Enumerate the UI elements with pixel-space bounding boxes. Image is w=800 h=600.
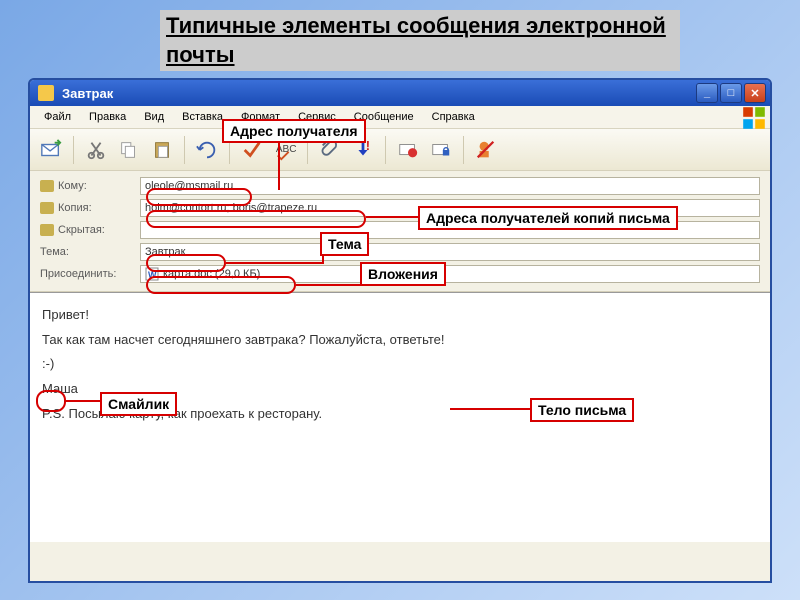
cut-button[interactable] — [81, 135, 111, 165]
cc-label: Копия: — [40, 202, 140, 214]
connector — [450, 408, 530, 410]
menu-help[interactable]: Справка — [424, 109, 483, 125]
sign-button[interactable] — [393, 135, 423, 165]
bcc-label: Скрытая: — [40, 224, 140, 236]
addressbook-icon — [40, 224, 54, 236]
window-title: Завтрак — [58, 86, 696, 101]
message-body[interactable]: Привет! Так как там насчет сегодняшнего … — [30, 292, 770, 542]
menu-file[interactable]: Файл — [36, 109, 79, 125]
subject-label: Тема: — [40, 246, 140, 258]
body-line: Привет! — [42, 303, 758, 328]
addressbook-icon — [40, 202, 54, 214]
offline-button[interactable] — [471, 135, 501, 165]
connector — [296, 284, 362, 286]
body-smiley: :-) — [42, 352, 758, 377]
app-icon — [38, 85, 54, 101]
connector — [278, 140, 280, 190]
close-button[interactable]: ✕ — [744, 83, 766, 103]
callout-smiley: Смайлик — [100, 392, 177, 416]
callout-attachments: Вложения — [360, 262, 446, 286]
encrypt-button[interactable] — [426, 135, 456, 165]
menu-edit[interactable]: Правка — [81, 109, 134, 125]
oval-smiley — [36, 390, 66, 412]
attach-label: Присоединить: — [40, 268, 140, 280]
windows-logo-icon — [742, 108, 766, 128]
connector — [66, 400, 100, 402]
callout-cc: Адреса получателей копий письма — [418, 206, 678, 230]
toolbar: ABC ! — [30, 129, 770, 171]
slide-title: Типичные элементы сообщения электронной … — [160, 10, 680, 71]
connector — [366, 216, 418, 218]
callout-subject: Тема — [320, 232, 369, 256]
menubar: Файл Правка Вид Вставка Формат Сервис Со… — [30, 106, 770, 129]
minimize-button[interactable]: _ — [696, 83, 718, 103]
callout-body: Тело письма — [530, 398, 634, 422]
maximize-button[interactable]: □ — [720, 83, 742, 103]
titlebar: Завтрак _ □ ✕ — [30, 80, 770, 106]
oval-subject — [146, 254, 226, 272]
oval-cc — [146, 210, 366, 228]
undo-button[interactable] — [192, 135, 222, 165]
paste-button[interactable] — [147, 135, 177, 165]
oval-to — [146, 188, 252, 206]
connector — [226, 262, 322, 264]
body-line: Так как там насчет сегодняшнего завтрака… — [42, 328, 758, 353]
send-button[interactable] — [36, 135, 66, 165]
svg-text:!: ! — [366, 139, 370, 153]
oval-attach — [146, 276, 296, 294]
menu-view[interactable]: Вид — [136, 109, 172, 125]
compose-window: Завтрак _ □ ✕ Файл Правка Вид Вставка Фо… — [28, 78, 772, 583]
copy-button[interactable] — [114, 135, 144, 165]
callout-recipient: Адрес получателя — [222, 119, 366, 143]
subject-field[interactable]: Завтрак — [140, 243, 760, 261]
addressbook-icon — [40, 180, 54, 192]
to-label: Кому: — [40, 180, 140, 192]
